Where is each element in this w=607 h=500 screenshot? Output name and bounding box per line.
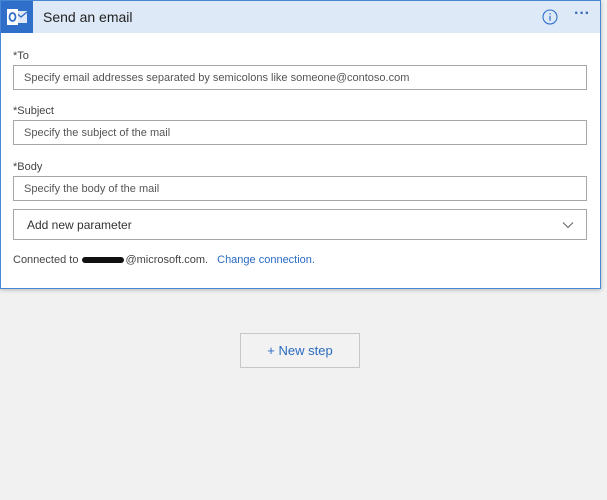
card-header[interactable]: Send an email ···: [1, 1, 600, 33]
outlook-icon: [1, 1, 33, 33]
body-field-label: *Body: [13, 161, 587, 173]
subject-field: *Subject: [13, 105, 587, 145]
redacted-account-name: [82, 257, 125, 263]
header-actions: ···: [542, 1, 590, 33]
to-field-label: *To: [13, 50, 587, 62]
body-input[interactable]: [13, 176, 587, 201]
connection-account-domain: @microsoft.com.: [125, 254, 209, 266]
new-step-button[interactable]: + New step: [240, 333, 360, 368]
to-field: *To: [13, 50, 587, 90]
info-icon[interactable]: [542, 9, 558, 25]
body-label-text: Body: [17, 161, 43, 173]
card-title: Send an email: [43, 9, 133, 25]
connection-info: Connected to @microsoft.com. Change conn…: [13, 254, 315, 266]
more-options-icon[interactable]: ···: [574, 6, 590, 28]
send-email-action-card: Send an email ··· *To *Subject *Bo: [0, 0, 601, 289]
change-connection-link[interactable]: Change connection.: [217, 254, 315, 266]
subject-field-label: *Subject: [13, 105, 587, 117]
body-field: *Body: [13, 161, 587, 201]
chevron-down-icon: [562, 222, 574, 229]
add-new-parameter-label: Add new parameter: [27, 217, 132, 232]
subject-label-text: Subject: [17, 105, 54, 117]
to-input[interactable]: [13, 65, 587, 90]
flow-designer-canvas: Send an email ··· *To *Subject *Bo: [0, 0, 607, 500]
add-new-parameter-dropdown[interactable]: Add new parameter: [13, 209, 587, 240]
to-label-text: To: [17, 50, 29, 62]
subject-input[interactable]: [13, 120, 587, 145]
connection-prefix: Connected to: [13, 254, 79, 266]
